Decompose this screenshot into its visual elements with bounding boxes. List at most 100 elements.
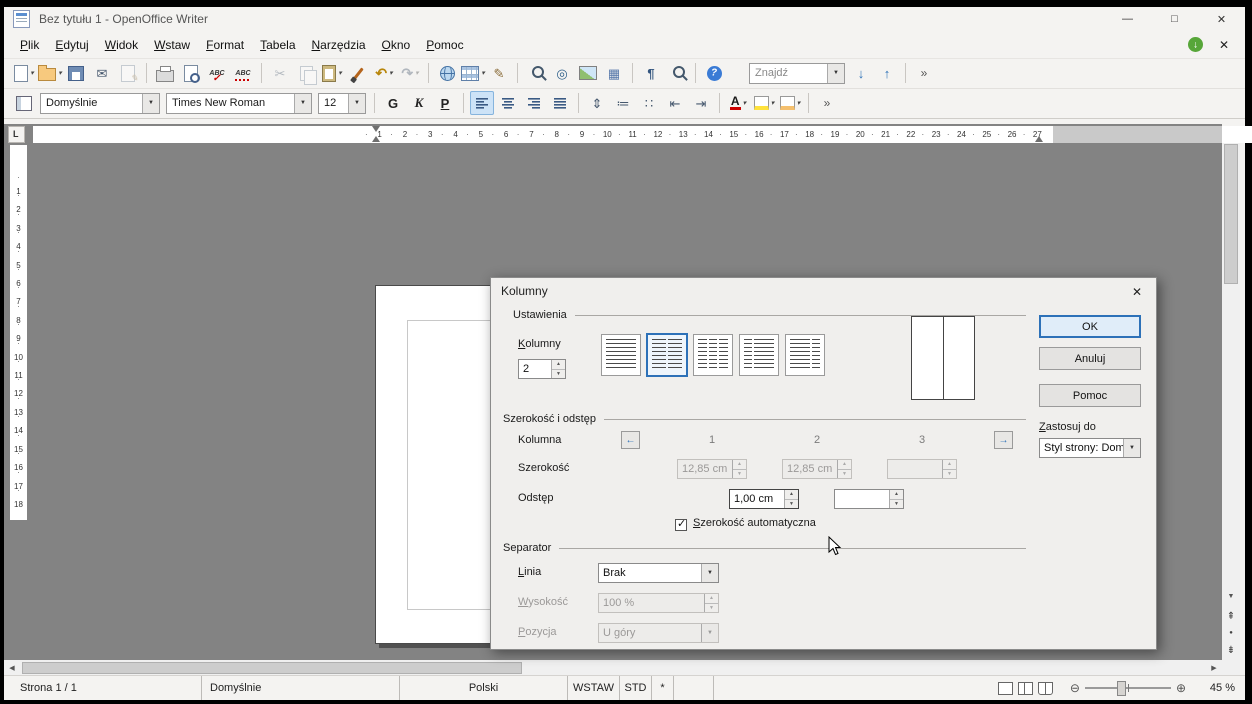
- background-color-button[interactable]: ▾: [778, 91, 802, 115]
- insert-table-button[interactable]: ▾: [461, 61, 485, 85]
- font-dropdown-button[interactable]: [294, 94, 311, 113]
- spin-down-button[interactable]: [838, 470, 851, 479]
- spacing-spinner-1[interactable]: 1,00 cm: [729, 489, 799, 509]
- preset-left-narrow[interactable]: [739, 334, 779, 376]
- horizontal-scroll-thumb[interactable]: [22, 662, 522, 674]
- previous-column-button[interactable]: [621, 431, 640, 449]
- line-value[interactable]: Brak: [599, 567, 701, 579]
- email-button[interactable]: [90, 61, 114, 85]
- print-button[interactable]: [153, 61, 177, 85]
- ok-button[interactable]: OK: [1039, 315, 1141, 338]
- preset-one-column[interactable]: [601, 334, 641, 376]
- page-preview-button[interactable]: [179, 61, 203, 85]
- update-notification-icon[interactable]: [1188, 37, 1203, 52]
- style-dropdown-button[interactable]: [142, 94, 159, 113]
- apply-to-value[interactable]: Styl strony: Dom: [1040, 442, 1123, 454]
- find-dropdown-button[interactable]: [827, 64, 844, 83]
- spin-up-button[interactable]: [838, 460, 851, 470]
- highlighting-button[interactable]: ▾: [752, 91, 776, 115]
- draw-functions-button[interactable]: [487, 61, 511, 85]
- preset-three-columns[interactable]: [693, 334, 733, 376]
- next-page-button[interactable]: [1222, 642, 1240, 658]
- font-size-value[interactable]: 12: [319, 97, 348, 109]
- spin-up-button[interactable]: [943, 460, 956, 470]
- auto-spellcheck-button[interactable]: ABC: [231, 61, 255, 85]
- bullet-list-button[interactable]: [637, 91, 661, 115]
- width-value-1[interactable]: 12,85 cm: [678, 463, 732, 475]
- page-number-cell[interactable]: Strona 1 / 1: [4, 676, 202, 700]
- height-value[interactable]: 100 %: [599, 597, 704, 609]
- menu-item[interactable]: Edytuj: [47, 34, 96, 56]
- align-center-button[interactable]: [496, 91, 520, 115]
- scroll-left-button[interactable]: [4, 660, 20, 676]
- line-dropdown-button[interactable]: [701, 564, 718, 582]
- find-toolbar-input[interactable]: Znajdź: [749, 63, 845, 84]
- horizontal-scrollbar[interactable]: [4, 660, 1222, 676]
- hyperlink-button[interactable]: [435, 61, 459, 85]
- width-value-2[interactable]: 12,85 cm: [783, 463, 837, 475]
- gallery-button[interactable]: [576, 61, 600, 85]
- position-dropdown-button[interactable]: [701, 624, 718, 642]
- line-combo[interactable]: Brak: [598, 563, 719, 583]
- menu-item[interactable]: Widok: [97, 34, 146, 56]
- navigation-button[interactable]: [1222, 625, 1240, 641]
- dialog-close-button[interactable]: ✕: [1126, 283, 1148, 300]
- justify-button[interactable]: [548, 91, 572, 115]
- spacing-spinner-2[interactable]: [834, 489, 904, 509]
- selection-mode-cell[interactable]: STD: [620, 676, 652, 700]
- align-left-button[interactable]: [470, 91, 494, 115]
- indent-marker-right[interactable]: [1035, 136, 1043, 142]
- menu-item[interactable]: Format: [198, 34, 252, 56]
- position-value[interactable]: U góry: [599, 627, 701, 639]
- book-view-button[interactable]: [1038, 682, 1053, 695]
- indent-marker-left-bottom[interactable]: [372, 136, 380, 142]
- paste-button[interactable]: ▾: [320, 61, 344, 85]
- font-size-combo[interactable]: 12: [318, 93, 366, 114]
- spin-up-button[interactable]: [785, 490, 798, 500]
- clone-formatting-button[interactable]: [346, 61, 370, 85]
- close-button[interactable]: ✕: [1198, 7, 1245, 31]
- vertical-scroll-thumb[interactable]: [1224, 144, 1238, 284]
- edit-file-button[interactable]: [116, 61, 140, 85]
- navigator-button[interactable]: [550, 61, 574, 85]
- menu-item[interactable]: Narzędzia: [304, 34, 374, 56]
- zoom-slider[interactable]: [1085, 687, 1171, 689]
- formatting-marks-button[interactable]: [639, 61, 663, 85]
- spin-down-button[interactable]: [733, 470, 746, 479]
- toolbar-options-button[interactable]: [912, 61, 936, 85]
- menu-item[interactable]: Wstaw: [146, 34, 198, 56]
- copy-button[interactable]: [294, 61, 318, 85]
- increase-indent-button[interactable]: [689, 91, 713, 115]
- language-cell[interactable]: Polski: [400, 676, 568, 700]
- font-color-button[interactable]: A▾: [726, 91, 750, 115]
- preset-two-columns[interactable]: [647, 334, 687, 376]
- undo-button[interactable]: ▾: [372, 61, 396, 85]
- line-spacing-button[interactable]: [585, 91, 609, 115]
- minimize-button[interactable]: —: [1104, 7, 1151, 31]
- vertical-scrollbar[interactable]: [1222, 126, 1240, 660]
- find-next-button[interactable]: [849, 61, 873, 85]
- width-spinner-1[interactable]: 12,85 cm: [677, 459, 747, 479]
- help-button[interactable]: Pomoc: [1039, 384, 1141, 407]
- zoom-button[interactable]: [665, 61, 689, 85]
- scroll-down-button[interactable]: [1222, 588, 1240, 604]
- open-button[interactable]: ▾: [38, 61, 62, 85]
- numbered-list-button[interactable]: [611, 91, 635, 115]
- indent-marker-left[interactable]: [372, 126, 380, 132]
- menu-item[interactable]: Pomoc: [418, 34, 471, 56]
- spin-up-button[interactable]: [733, 460, 746, 470]
- cut-button[interactable]: [268, 61, 292, 85]
- single-page-view-button[interactable]: [998, 682, 1013, 695]
- spin-up-button[interactable]: [552, 360, 565, 370]
- apply-to-combo[interactable]: Styl strony: Dom: [1039, 438, 1141, 458]
- apply-to-dropdown-button[interactable]: [1123, 439, 1140, 457]
- spin-down-button[interactable]: [552, 370, 565, 379]
- spin-down-button[interactable]: [705, 604, 718, 613]
- paragraph-style-value[interactable]: Domyślnie: [41, 97, 142, 109]
- font-name-value[interactable]: Times New Roman: [167, 97, 294, 109]
- scroll-right-button[interactable]: [1206, 660, 1222, 676]
- width-spinner-3[interactable]: [887, 459, 957, 479]
- columns-count-value[interactable]: 2: [519, 363, 551, 375]
- data-sources-button[interactable]: [602, 61, 626, 85]
- maximize-button[interactable]: □: [1151, 7, 1198, 31]
